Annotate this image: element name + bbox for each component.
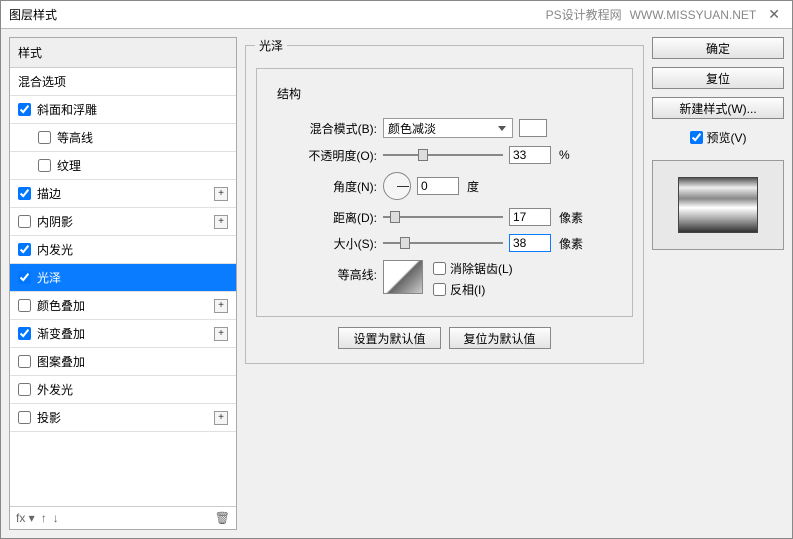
opacity-label: 不透明度(O):: [267, 147, 377, 164]
gradient-overlay-checkbox[interactable]: [18, 327, 31, 340]
add-icon[interactable]: +: [214, 215, 228, 229]
invert-checkbox[interactable]: [433, 283, 446, 296]
angle-unit: 度: [467, 178, 479, 195]
size-slider[interactable]: [383, 234, 503, 252]
opacity-unit: %: [559, 148, 570, 162]
outer-glow-item[interactable]: 外发光: [10, 376, 236, 404]
close-icon[interactable]: ✕: [764, 6, 784, 23]
new-style-button[interactable]: 新建样式(W)...: [652, 97, 784, 119]
styles-list-panel: 样式 混合选项 斜面和浮雕 等高线 纹理 描边+ 内阴影+ 内发光 光泽 颜色叠…: [9, 37, 237, 530]
outer-glow-checkbox[interactable]: [18, 383, 31, 396]
preview-checkbox-row[interactable]: 预览(V): [652, 129, 784, 146]
pattern-overlay-checkbox[interactable]: [18, 355, 31, 368]
gradient-overlay-item[interactable]: 渐变叠加+: [10, 320, 236, 348]
styles-header: 样式: [10, 38, 236, 68]
blend-mode-select[interactable]: 颜色减淡: [383, 118, 513, 138]
drop-shadow-item[interactable]: 投影+: [10, 404, 236, 432]
inner-shadow-item[interactable]: 内阴影+: [10, 208, 236, 236]
reset-default-button[interactable]: 复位为默认值: [449, 327, 551, 349]
preview-swatch: [678, 177, 758, 233]
antialias-checkbox-row[interactable]: 消除锯齿(L): [433, 260, 513, 277]
blending-options-item[interactable]: 混合选项: [10, 68, 236, 96]
list-footer: fx ▾ ↑ ↓ 🗑: [10, 506, 236, 529]
watermark-url: WWW.MISSYUAN.NET: [630, 8, 757, 22]
stroke-item[interactable]: 描边+: [10, 180, 236, 208]
add-icon[interactable]: +: [214, 187, 228, 201]
ok-button[interactable]: 确定: [652, 37, 784, 59]
inner-glow-checkbox[interactable]: [18, 243, 31, 256]
move-up-icon[interactable]: ↑: [41, 511, 47, 525]
titlebar: 图层样式 PS设计教程网 WWW.MISSYUAN.NET ✕: [1, 1, 792, 29]
distance-input[interactable]: 17: [509, 208, 551, 226]
add-icon[interactable]: +: [214, 299, 228, 313]
blend-mode-label: 混合模式(B):: [267, 120, 377, 137]
satin-checkbox[interactable]: [18, 271, 31, 284]
contour-item[interactable]: 等高线: [10, 124, 236, 152]
satin-item[interactable]: 光泽: [10, 264, 236, 292]
pattern-overlay-item[interactable]: 图案叠加: [10, 348, 236, 376]
color-swatch[interactable]: [519, 119, 547, 137]
cancel-button[interactable]: 复位: [652, 67, 784, 89]
preview-checkbox[interactable]: [690, 131, 703, 144]
preview-box: [652, 160, 784, 250]
texture-item[interactable]: 纹理: [10, 152, 236, 180]
dialog-title: 图层样式: [9, 6, 57, 23]
color-overlay-checkbox[interactable]: [18, 299, 31, 312]
inner-shadow-checkbox[interactable]: [18, 215, 31, 228]
stroke-checkbox[interactable]: [18, 187, 31, 200]
antialias-checkbox[interactable]: [433, 262, 446, 275]
angle-input[interactable]: 0: [417, 177, 459, 195]
add-icon[interactable]: +: [214, 411, 228, 425]
opacity-input[interactable]: 33: [509, 146, 551, 164]
move-down-icon[interactable]: ↓: [53, 511, 59, 525]
angle-dial[interactable]: [383, 172, 411, 200]
size-input[interactable]: 38: [509, 234, 551, 252]
bevel-checkbox[interactable]: [18, 103, 31, 116]
distance-unit: 像素: [559, 209, 583, 226]
distance-slider[interactable]: [383, 208, 503, 226]
bevel-emboss-item[interactable]: 斜面和浮雕: [10, 96, 236, 124]
drop-shadow-checkbox[interactable]: [18, 411, 31, 424]
group-title: 光泽: [255, 37, 287, 54]
fx-menu-button[interactable]: fx ▾: [16, 511, 35, 525]
trash-icon[interactable]: 🗑: [215, 511, 230, 525]
action-panel: 确定 复位 新建样式(W)... 预览(V): [652, 37, 784, 530]
texture-checkbox[interactable]: [38, 159, 51, 172]
invert-checkbox-row[interactable]: 反相(I): [433, 281, 513, 298]
distance-label: 距离(D):: [267, 209, 377, 226]
add-icon[interactable]: +: [214, 327, 228, 341]
inner-glow-item[interactable]: 内发光: [10, 236, 236, 264]
color-overlay-item[interactable]: 颜色叠加+: [10, 292, 236, 320]
watermark-text: PS设计教程网: [546, 6, 622, 23]
angle-label: 角度(N):: [267, 178, 377, 195]
contour-checkbox[interactable]: [38, 131, 51, 144]
size-unit: 像素: [559, 235, 583, 252]
size-label: 大小(S):: [267, 235, 377, 252]
settings-panel: 光泽 结构 混合模式(B): 颜色减淡 不透明度(O): 33 % 角度(N):: [245, 37, 644, 530]
opacity-slider[interactable]: [383, 146, 503, 164]
contour-picker[interactable]: [383, 260, 423, 294]
structure-title: 结构: [273, 85, 305, 102]
set-default-button[interactable]: 设置为默认值: [338, 327, 440, 349]
contour-label: 等高线:: [267, 260, 377, 283]
